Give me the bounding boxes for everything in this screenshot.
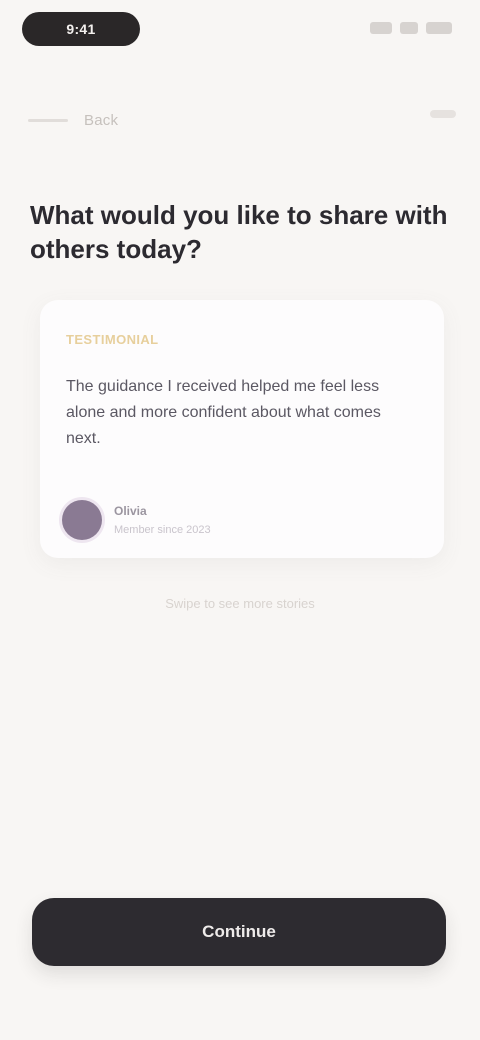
back-label: Back <box>84 111 119 129</box>
continue-button[interactable]: Continue <box>32 898 446 966</box>
back-button[interactable]: Back <box>28 106 118 134</box>
more-icon <box>430 110 456 118</box>
screen: 9:41 Back What would you like to share w… <box>0 0 480 1040</box>
battery-icon <box>426 22 452 34</box>
more-button[interactable] <box>430 110 456 118</box>
status-icons <box>370 22 452 34</box>
author: Olivia Member since 2023 <box>62 498 211 542</box>
wifi-icon <box>400 22 418 34</box>
card-body: The guidance I received helped me feel l… <box>66 378 381 447</box>
card-caption: Swipe to see more stories <box>165 596 315 611</box>
page-title: What would you like to share with others… <box>30 200 448 264</box>
testimonial-card[interactable]: TESTIMONIAL The guidance I received help… <box>40 300 444 558</box>
status-bar: 9:41 <box>0 0 480 56</box>
top-nav: Back <box>0 100 480 140</box>
author-role: Member since 2023 <box>114 524 211 536</box>
author-name: Olivia <box>114 504 147 518</box>
card-tag: TESTIMONIAL <box>66 332 159 347</box>
avatar <box>62 500 102 540</box>
signal-icon <box>370 22 392 34</box>
status-time: 9:41 <box>22 12 140 46</box>
author-text: Olivia Member since 2023 <box>114 504 211 536</box>
back-arrow-icon <box>28 118 68 122</box>
